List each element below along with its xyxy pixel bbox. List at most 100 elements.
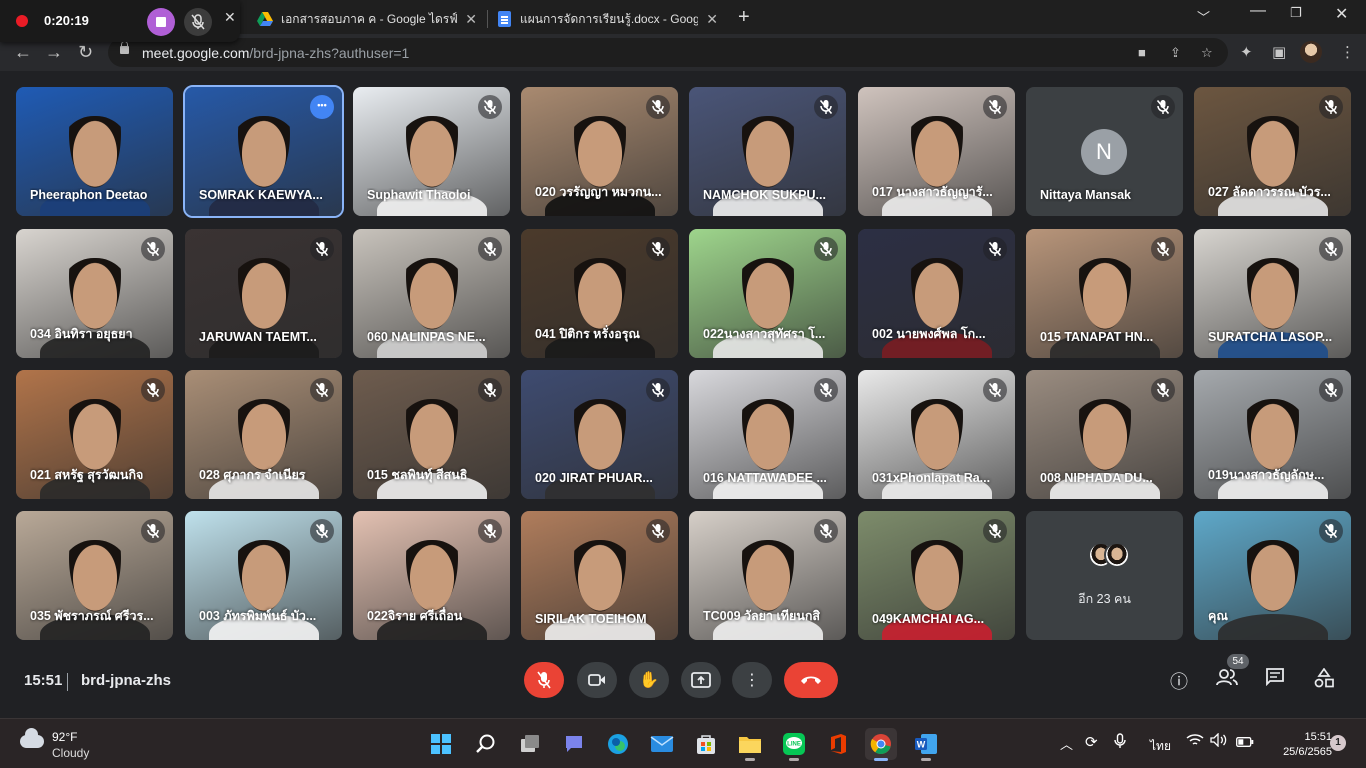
participant-tile[interactable]: 034 อินทิรา อยุธยา xyxy=(16,229,173,358)
system-clock[interactable]: 15:51 xyxy=(1284,731,1332,743)
line-app-button[interactable]: LINE xyxy=(778,728,810,761)
close-tab-icon[interactable]: ✕ xyxy=(706,11,718,28)
participant-tile[interactable]: 022นางสาวสุทัศรา โ... xyxy=(689,229,846,358)
tile-more-options-icon[interactable]: ••• xyxy=(310,95,334,119)
tab-google-docs[interactable]: แผนการจัดการเรียนรู้.docx - Google ✕ xyxy=(488,4,728,34)
extensions-puzzle-icon[interactable]: ✦ xyxy=(1240,43,1253,61)
menu-dots-icon[interactable]: ⋮ xyxy=(1340,43,1355,61)
participant-tile[interactable]: 016 NATTAWADEE ... xyxy=(689,370,846,499)
task-view-button[interactable] xyxy=(514,728,546,760)
word-button[interactable]: W xyxy=(910,728,942,761)
battery-icon[interactable] xyxy=(1236,735,1254,750)
close-tab-icon[interactable]: ✕ xyxy=(465,11,477,28)
participant-name: 015 ชลพินทุ์ สีสนธิ xyxy=(367,468,468,482)
microphone-icon[interactable] xyxy=(1114,733,1126,752)
participant-name: Nittaya Mansak xyxy=(1040,188,1132,202)
edge-button[interactable] xyxy=(602,728,634,760)
participant-tile[interactable]: 002 นายพงศ์พล โก... xyxy=(858,229,1015,358)
teams-chat-button[interactable] xyxy=(558,728,590,760)
present-screen-button[interactable] xyxy=(681,662,721,698)
participant-tile[interactable]: 035 พัชราภรณ์ ศรีวร... xyxy=(16,511,173,640)
participant-tile[interactable]: 031xPhonlapat Ra... xyxy=(858,370,1015,499)
participant-tile[interactable]: NAMCHOK SUKPU... xyxy=(689,87,846,216)
raise-hand-button[interactable]: ✋ xyxy=(629,662,669,698)
muted-indicator xyxy=(814,378,838,402)
participant-tile[interactable]: JARUWAN TAEMT... xyxy=(185,229,342,358)
camera-icon[interactable]: ■ xyxy=(1138,45,1146,60)
new-tab-button[interactable]: + xyxy=(738,6,750,29)
mail-button[interactable] xyxy=(646,728,678,760)
weather-temperature[interactable]: 92°F xyxy=(52,730,77,744)
share-icon[interactable]: ⇪ xyxy=(1170,45,1181,61)
more-participants-tile[interactable]: อีก 23 คน xyxy=(1026,511,1183,640)
volume-icon[interactable] xyxy=(1210,732,1228,750)
start-button[interactable] xyxy=(425,728,457,760)
activities-icon[interactable] xyxy=(1314,667,1334,693)
side-panel-icon[interactable]: ▣ xyxy=(1272,43,1286,61)
restore-icon[interactable]: ❐ xyxy=(1290,5,1302,21)
search-button[interactable] xyxy=(470,728,502,760)
file-explorer-button[interactable] xyxy=(734,728,766,761)
participant-tile[interactable]: คุณ xyxy=(1194,511,1351,640)
minimize-icon[interactable]: — xyxy=(1250,2,1266,20)
store-icon xyxy=(697,735,715,754)
store-button[interactable] xyxy=(690,728,722,760)
participant-tile[interactable]: 015 ชลพินทุ์ สีสนธิ xyxy=(353,370,510,499)
participant-tile[interactable]: 049KAMCHAI AG... xyxy=(858,511,1015,640)
profile-avatar[interactable] xyxy=(1300,41,1322,63)
forward-arrow-icon[interactable]: → xyxy=(45,42,63,63)
close-window-icon[interactable]: ✕ xyxy=(1335,4,1348,24)
input-language[interactable]: ไทย xyxy=(1150,737,1171,756)
lock-icon[interactable] xyxy=(120,41,129,54)
participant-tile[interactable]: SURATCHA LASOP... xyxy=(1194,229,1351,358)
participant-tile[interactable]: 008 NIPHADA DU... xyxy=(1026,370,1183,499)
weather-condition[interactable]: Cloudy xyxy=(52,746,89,760)
participant-tile[interactable]: SIRILAK TOEIHOM xyxy=(521,511,678,640)
chat-icon[interactable] xyxy=(1265,668,1285,691)
participant-tile[interactable]: 060 NALINPAS NE... xyxy=(353,229,510,358)
office-button[interactable] xyxy=(822,728,854,760)
participant-tile[interactable]: 017 นางสาวธัญญารั... xyxy=(858,87,1015,216)
more-options-button[interactable]: ⋮ xyxy=(732,662,772,698)
wifi-icon[interactable] xyxy=(1186,733,1204,750)
cloud-icon[interactable] xyxy=(20,728,44,748)
participant-tile[interactable]: N Nittaya Mansak xyxy=(1026,87,1183,216)
chrome-button[interactable] xyxy=(865,728,897,761)
url-text[interactable]: meet.google.com/brd-jpna-zhs?authuser=1 xyxy=(142,45,409,61)
mic-off-icon xyxy=(1156,382,1170,398)
participant-tile[interactable]: 020 JIRAT PHUAR... xyxy=(521,370,678,499)
sync-icon[interactable]: ⟳ xyxy=(1085,733,1098,751)
participant-tile[interactable]: ••• SOMRAK KAEWYA... xyxy=(183,85,344,218)
participant-tile[interactable]: 028 ศุภากร จำเนียร xyxy=(185,370,342,499)
recording-mic-toggle[interactable] xyxy=(184,8,212,36)
participant-tile[interactable]: Pheeraphon Deetao xyxy=(16,87,173,216)
participant-tile[interactable]: 019นางสาวธัญลักษ... xyxy=(1194,370,1351,499)
tab-search-chevron-icon[interactable]: ﹀ xyxy=(1197,7,1210,26)
close-tab-icon[interactable]: ✕ xyxy=(224,9,236,26)
people-icon[interactable] xyxy=(1216,668,1238,691)
address-bar[interactable]: meet.google.com/brd-jpna-zhs?authuser=1 … xyxy=(108,38,1228,67)
participant-tile[interactable]: 027 ลัดดาวรรณ บัวร... xyxy=(1194,87,1351,216)
meeting-info-icon[interactable]: ⓘ xyxy=(1170,668,1188,694)
notification-badge[interactable]: 1 xyxy=(1330,735,1346,751)
participant-tile[interactable]: TC009 วัลยา เทียนกสิ xyxy=(689,511,846,640)
participant-tile[interactable]: Suphawit Thaoloi xyxy=(353,87,510,216)
participant-tile[interactable]: 020 วรรัญญา หมวกน... xyxy=(521,87,678,216)
participant-tile[interactable]: 003 ภัทรพิมพ์นธ์ บัว... xyxy=(185,511,342,640)
stop-recording-button[interactable] xyxy=(147,8,175,36)
leave-call-button[interactable] xyxy=(784,662,838,698)
camera-toggle-button[interactable] xyxy=(577,662,617,698)
show-hidden-icons-chevron[interactable]: ︿ xyxy=(1060,734,1073,753)
participant-tile[interactable]: 021 สหรัฐ สุรวัฒนกิจ xyxy=(16,370,173,499)
participant-tile[interactable]: 015 TANAPAT HN... xyxy=(1026,229,1183,358)
tab-google-drive[interactable]: เอกสารสอบภาค ค - Google ไดรฟ์ ✕ xyxy=(247,4,487,34)
participant-tile[interactable]: 022จิราย ศรีเถื่อน xyxy=(353,511,510,640)
url-path: /brd-jpna-zhs?authuser=1 xyxy=(249,45,410,61)
system-date[interactable]: 25/6/2565 xyxy=(1262,746,1332,758)
reload-icon[interactable]: ↻ xyxy=(78,42,93,63)
bookmark-star-icon[interactable]: ☆ xyxy=(1201,45,1213,61)
mic-toggle-button[interactable] xyxy=(524,662,564,698)
meeting-code: brd-jpna-zhs xyxy=(81,672,171,689)
participant-tile[interactable]: 041 ปิติกร หรั่งอรุณ xyxy=(521,229,678,358)
back-arrow-icon[interactable]: ← xyxy=(14,42,32,63)
